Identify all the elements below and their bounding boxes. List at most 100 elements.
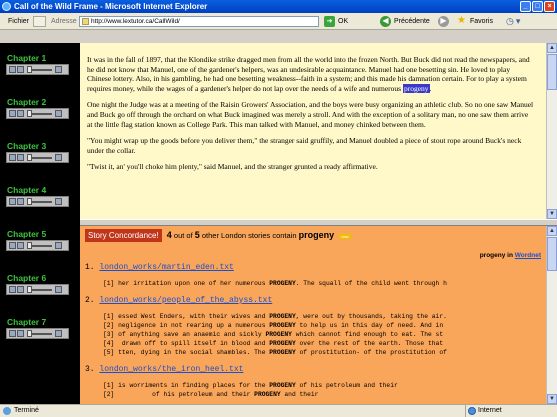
volume-icon[interactable]: [55, 242, 62, 249]
play-icon[interactable]: [9, 242, 16, 249]
back-arrow-icon[interactable]: ◀: [380, 16, 391, 27]
forward-arrow-icon[interactable]: ▶: [438, 16, 449, 27]
volume-icon[interactable]: [55, 154, 62, 161]
audio-slider[interactable]: [27, 242, 32, 249]
scroll-up-icon[interactable]: ▲: [547, 43, 557, 53]
browser-window: Call of the Wild Frame - Microsoft Inter…: [0, 0, 557, 417]
close-button[interactable]: ×: [544, 1, 555, 12]
address-url: http://www.lextutor.ca/CallWild/: [91, 18, 180, 25]
story-number: 2.: [85, 296, 95, 305]
audio-slider[interactable]: [27, 110, 32, 117]
stop-icon[interactable]: [17, 198, 24, 205]
line-right-context: over the rest of the earth. Those that: [295, 340, 444, 347]
concordance-scrollbar[interactable]: ▲ ▼: [546, 226, 557, 404]
play-icon[interactable]: [9, 330, 16, 337]
match-count: 4: [166, 230, 172, 240]
file-menu[interactable]: Fichier: [8, 13, 29, 30]
chapter-label[interactable]: Chapter 5: [7, 229, 46, 239]
wordnet-link[interactable]: Wordnet: [515, 252, 541, 259]
text-scrollbar[interactable]: ▲ ▼: [546, 43, 557, 219]
title-bar: Call of the Wild Frame - Microsoft Inter…: [0, 0, 557, 13]
play-icon[interactable]: [9, 66, 16, 73]
minimize-button[interactable]: _: [520, 1, 531, 12]
toolbar-nav-button[interactable]: [33, 16, 46, 27]
audio-player[interactable]: [6, 284, 69, 295]
story-number: 3.: [85, 365, 95, 374]
volume-icon[interactable]: [55, 198, 62, 205]
stop-icon[interactable]: [17, 242, 24, 249]
audio-player[interactable]: [6, 328, 69, 339]
scroll-down-icon[interactable]: ▼: [547, 209, 557, 219]
line-keyword: PROGENY: [269, 349, 296, 356]
highlighted-word[interactable]: progeny: [402, 83, 430, 93]
chapter-item: Chapter 2: [0, 87, 80, 131]
volume-icon[interactable]: [55, 286, 62, 293]
chapter-label[interactable]: Chapter 2: [7, 97, 46, 107]
play-icon[interactable]: [9, 110, 16, 117]
story-link[interactable]: london_works/people_of_the_abyss.txt: [99, 296, 272, 305]
line-left-context: essed West Enders, with their wives and: [114, 313, 270, 320]
line-index: [3]: [103, 331, 115, 338]
story-heading: 3. london_works/the_iron_heel.txt: [85, 364, 541, 376]
frame-divider[interactable]: [80, 219, 557, 226]
chapter-label[interactable]: Chapter 1: [7, 53, 46, 63]
stop-icon[interactable]: [17, 154, 24, 161]
story-result: 3. london_works/the_iron_heel.txt [1] is…: [85, 364, 541, 399]
line-keyword: PROGENY: [269, 313, 296, 320]
story-text-pane: It was in the fall of 1897, that the Klo…: [80, 43, 546, 219]
line-right-context: , were out by thousands, taking the air.: [295, 313, 447, 320]
chapter-item: Chapter 7: [0, 307, 80, 351]
stop-icon[interactable]: [17, 110, 24, 117]
chapter-label[interactable]: Chapter 3: [7, 141, 46, 151]
line-left-context: of his petroleum and their: [114, 391, 255, 398]
line-left-context: of anything save an anaemic and sickly: [114, 331, 266, 338]
story-link[interactable]: london_works/the_iron_heel.txt: [99, 365, 243, 374]
audio-slider[interactable]: [27, 330, 32, 337]
line-keyword: PROGENY: [269, 382, 296, 389]
scroll-up-icon[interactable]: ▲: [547, 226, 557, 236]
favorites-star-icon[interactable]: ★: [457, 15, 466, 27]
favorites-button[interactable]: Favoris: [470, 13, 493, 30]
volume-icon[interactable]: [55, 110, 62, 117]
go-arrow-icon[interactable]: ➔: [324, 16, 335, 27]
scroll-thumb[interactable]: [547, 237, 557, 271]
line-right-context: which cannot find enough to eat. The st: [291, 331, 444, 338]
paragraph-text: It was in the fall of 1897, that the Klo…: [87, 55, 530, 93]
play-icon[interactable]: [9, 198, 16, 205]
audio-slider[interactable]: [27, 154, 32, 161]
line-keyword: PROGENY: [269, 340, 296, 347]
scroll-thumb[interactable]: [547, 54, 557, 90]
story-concordance-badge: Story Concordance!: [85, 229, 162, 242]
audio-player[interactable]: [6, 152, 69, 163]
story-link[interactable]: london_works/martin_eden.txt: [99, 263, 233, 272]
audio-player[interactable]: [6, 240, 69, 251]
scroll-down-icon[interactable]: ▼: [547, 394, 557, 404]
chapter-label[interactable]: Chapter 7: [7, 317, 46, 327]
line-index: [1]: [103, 313, 115, 320]
volume-icon[interactable]: [55, 330, 62, 337]
go-button[interactable]: OK: [338, 13, 348, 30]
stop-icon[interactable]: [17, 330, 24, 337]
concordance-lines: [1] is worriments in finding places for …: [85, 381, 541, 399]
line-left-context: is worriments in finding places for the: [114, 382, 270, 389]
volume-icon[interactable]: [55, 66, 62, 73]
maximize-button[interactable]: □: [532, 1, 543, 12]
address-field[interactable]: http://www.lextutor.ca/CallWild/: [79, 16, 319, 27]
audio-slider[interactable]: [27, 286, 32, 293]
audio-player[interactable]: [6, 64, 69, 75]
play-icon[interactable]: [9, 286, 16, 293]
concordance-line: [1] is worriments in finding places for …: [85, 381, 545, 390]
audio-slider[interactable]: [27, 198, 32, 205]
stop-icon[interactable]: [17, 66, 24, 73]
story-paragraph: "You might wrap up the goods before you …: [87, 136, 522, 155]
audio-player[interactable]: [6, 108, 69, 119]
audio-slider[interactable]: [27, 66, 32, 73]
back-button[interactable]: Précédente: [394, 13, 430, 30]
audio-player[interactable]: [6, 196, 69, 207]
stop-icon[interactable]: [17, 286, 24, 293]
chapter-label[interactable]: Chapter 6: [7, 273, 46, 283]
chapter-label[interactable]: Chapter 4: [7, 185, 46, 195]
line-right-context: of his petroleum and their: [295, 382, 398, 389]
play-icon[interactable]: [9, 154, 16, 161]
history-icon[interactable]: ◷▾: [506, 15, 522, 27]
